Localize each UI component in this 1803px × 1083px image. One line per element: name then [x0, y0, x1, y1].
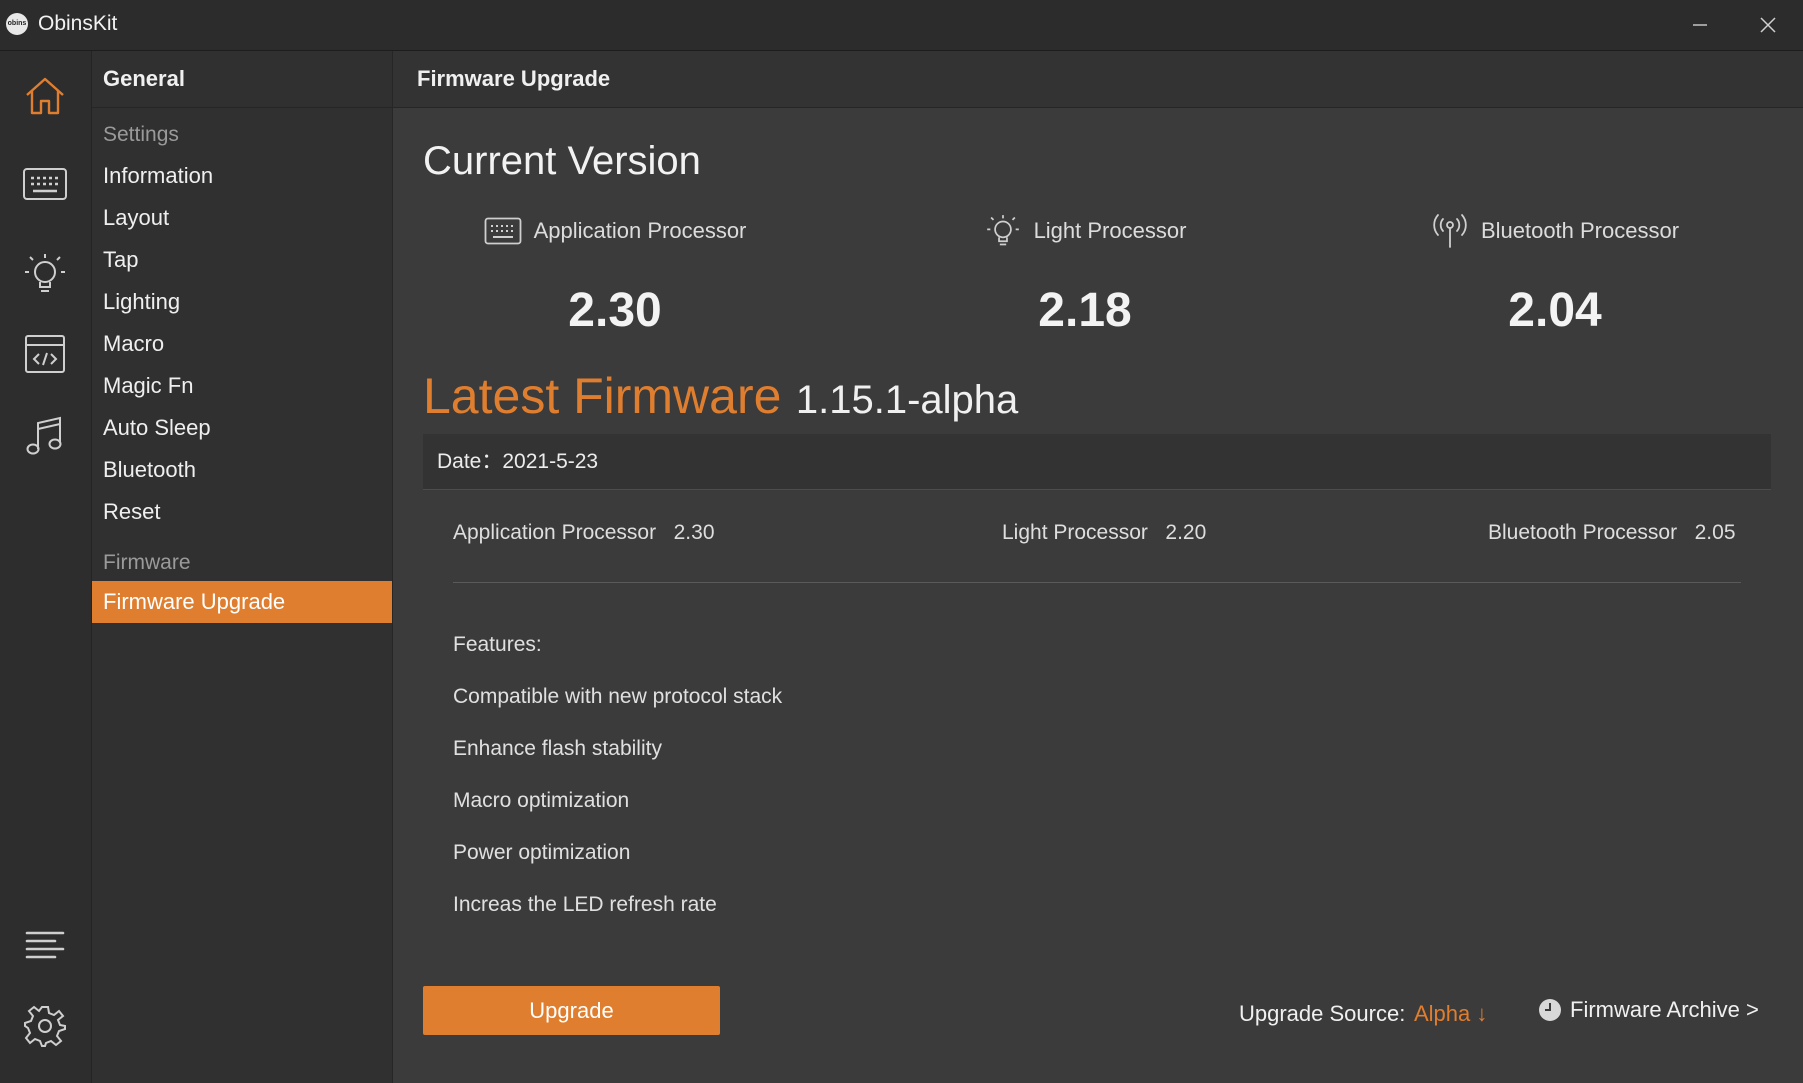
nav-item-tap[interactable]: Tap [92, 239, 392, 281]
app-title: ObinsKit [38, 12, 118, 35]
app-window: obins ObinsKit General Settings Informat… [0, 0, 1803, 1083]
page-title: Firmware Upgrade [393, 51, 1803, 108]
code-icon [25, 335, 65, 373]
latest-firmware-label: Latest Firmware [423, 368, 782, 424]
latest-application-processor: Application Processor 2.30 [453, 521, 715, 545]
feature-item: Macro optimization [453, 789, 630, 812]
upgrade-button[interactable]: Upgrade [423, 986, 720, 1035]
lightbulb-icon [986, 215, 1019, 246]
nav-item-information[interactable]: Information [92, 155, 392, 197]
release-date: Date：2021-5-23 [423, 434, 1771, 490]
feature-item: Increas the LED refresh rate [453, 893, 717, 916]
nav-item-macro[interactable]: Macro [92, 323, 392, 365]
processor-version: 2.30 [673, 521, 715, 544]
keyboard-icon [23, 168, 67, 200]
music-icon [26, 416, 62, 455]
minimize-icon [1693, 24, 1707, 26]
current-light-processor: Light Processor 2.18 [875, 211, 1295, 338]
nav-header: General [92, 51, 392, 108]
upgrade-source-dropdown[interactable]: Alpha ↓ [1414, 1001, 1487, 1027]
rail-list-button[interactable] [16, 917, 74, 975]
processor-name: Application Processor [453, 521, 657, 544]
rail-settings-button[interactable] [16, 997, 74, 1055]
processor-version: 2.30 [568, 284, 662, 337]
settings-nav: General Settings Information Layout Tap … [92, 51, 393, 1083]
latest-firmware-heading: Latest Firmware 1.15.1-alpha [423, 367, 1018, 425]
firmware-archive-label: Firmware Archive > [1570, 997, 1759, 1022]
processor-name: Light Processor [1033, 218, 1187, 243]
rail-lighting-button[interactable] [16, 245, 74, 303]
features-title: Features: [453, 633, 542, 656]
firmware-upgrade-panel: Firmware Upgrade Current Version Applica… [393, 51, 1803, 1083]
processor-name: Bluetooth Processor [1488, 521, 1678, 544]
feature-item: Compatible with new protocol stack [453, 685, 783, 708]
list-icon [25, 931, 65, 959]
keyboard-icon [484, 217, 522, 245]
nav-item-auto-sleep[interactable]: Auto Sleep [92, 407, 392, 449]
processor-version: 2.05 [1694, 521, 1736, 544]
feature-item: Enhance flash stability [453, 737, 662, 760]
clock-icon [1539, 999, 1561, 1021]
nav-item-lighting[interactable]: Lighting [92, 281, 392, 323]
processor-version: 2.04 [1508, 284, 1602, 337]
latest-bluetooth-processor: Bluetooth Processor 2.05 [1488, 521, 1736, 545]
title-bar: obins ObinsKit [0, 0, 1803, 51]
nav-item-bluetooth[interactable]: Bluetooth [92, 449, 392, 491]
nav-group-settings: Settings [103, 123, 179, 146]
nav-item-layout[interactable]: Layout [92, 197, 392, 239]
home-icon [26, 77, 64, 115]
feature-item: Power optimization [453, 841, 631, 864]
latest-firmware-version: 1.15.1-alpha [795, 378, 1019, 422]
current-version-title: Current Version [423, 139, 701, 183]
current-application-processor: Application Processor 2.30 [405, 211, 825, 338]
firmware-archive-link[interactable]: Firmware Archive > [1538, 997, 1759, 1023]
nav-item-magic-fn[interactable]: Magic Fn [92, 365, 392, 407]
gear-icon [24, 1005, 66, 1047]
processor-name: Bluetooth Processor [1480, 218, 1680, 243]
processor-name: Light Processor [1002, 521, 1148, 544]
close-button[interactable] [1742, 8, 1794, 42]
close-icon [1760, 17, 1776, 33]
rail-music-button[interactable] [16, 407, 74, 465]
antenna-icon [1433, 214, 1467, 248]
minimize-button[interactable] [1674, 8, 1726, 42]
processor-version: 2.18 [1038, 284, 1132, 337]
upgrade-source-label: Upgrade Source: [1239, 1001, 1406, 1026]
nav-item-reset[interactable]: Reset [92, 491, 392, 533]
processor-version: 2.20 [1165, 521, 1207, 544]
rail-keyboard-button[interactable] [16, 155, 74, 213]
divider [453, 582, 1741, 583]
current-bluetooth-processor: Bluetooth Processor 2.04 [1345, 211, 1765, 338]
rail-home-button[interactable] [16, 67, 74, 125]
icon-rail [0, 51, 92, 1083]
latest-light-processor: Light Processor 2.20 [1002, 521, 1206, 545]
nav-group-firmware: Firmware [103, 551, 191, 574]
app-logo-icon: obins [6, 13, 28, 35]
processor-name: Application Processor [533, 218, 747, 243]
rail-macro-button[interactable] [16, 325, 74, 383]
nav-item-firmware-upgrade[interactable]: Firmware Upgrade [92, 581, 392, 623]
lightbulb-icon [25, 254, 65, 292]
